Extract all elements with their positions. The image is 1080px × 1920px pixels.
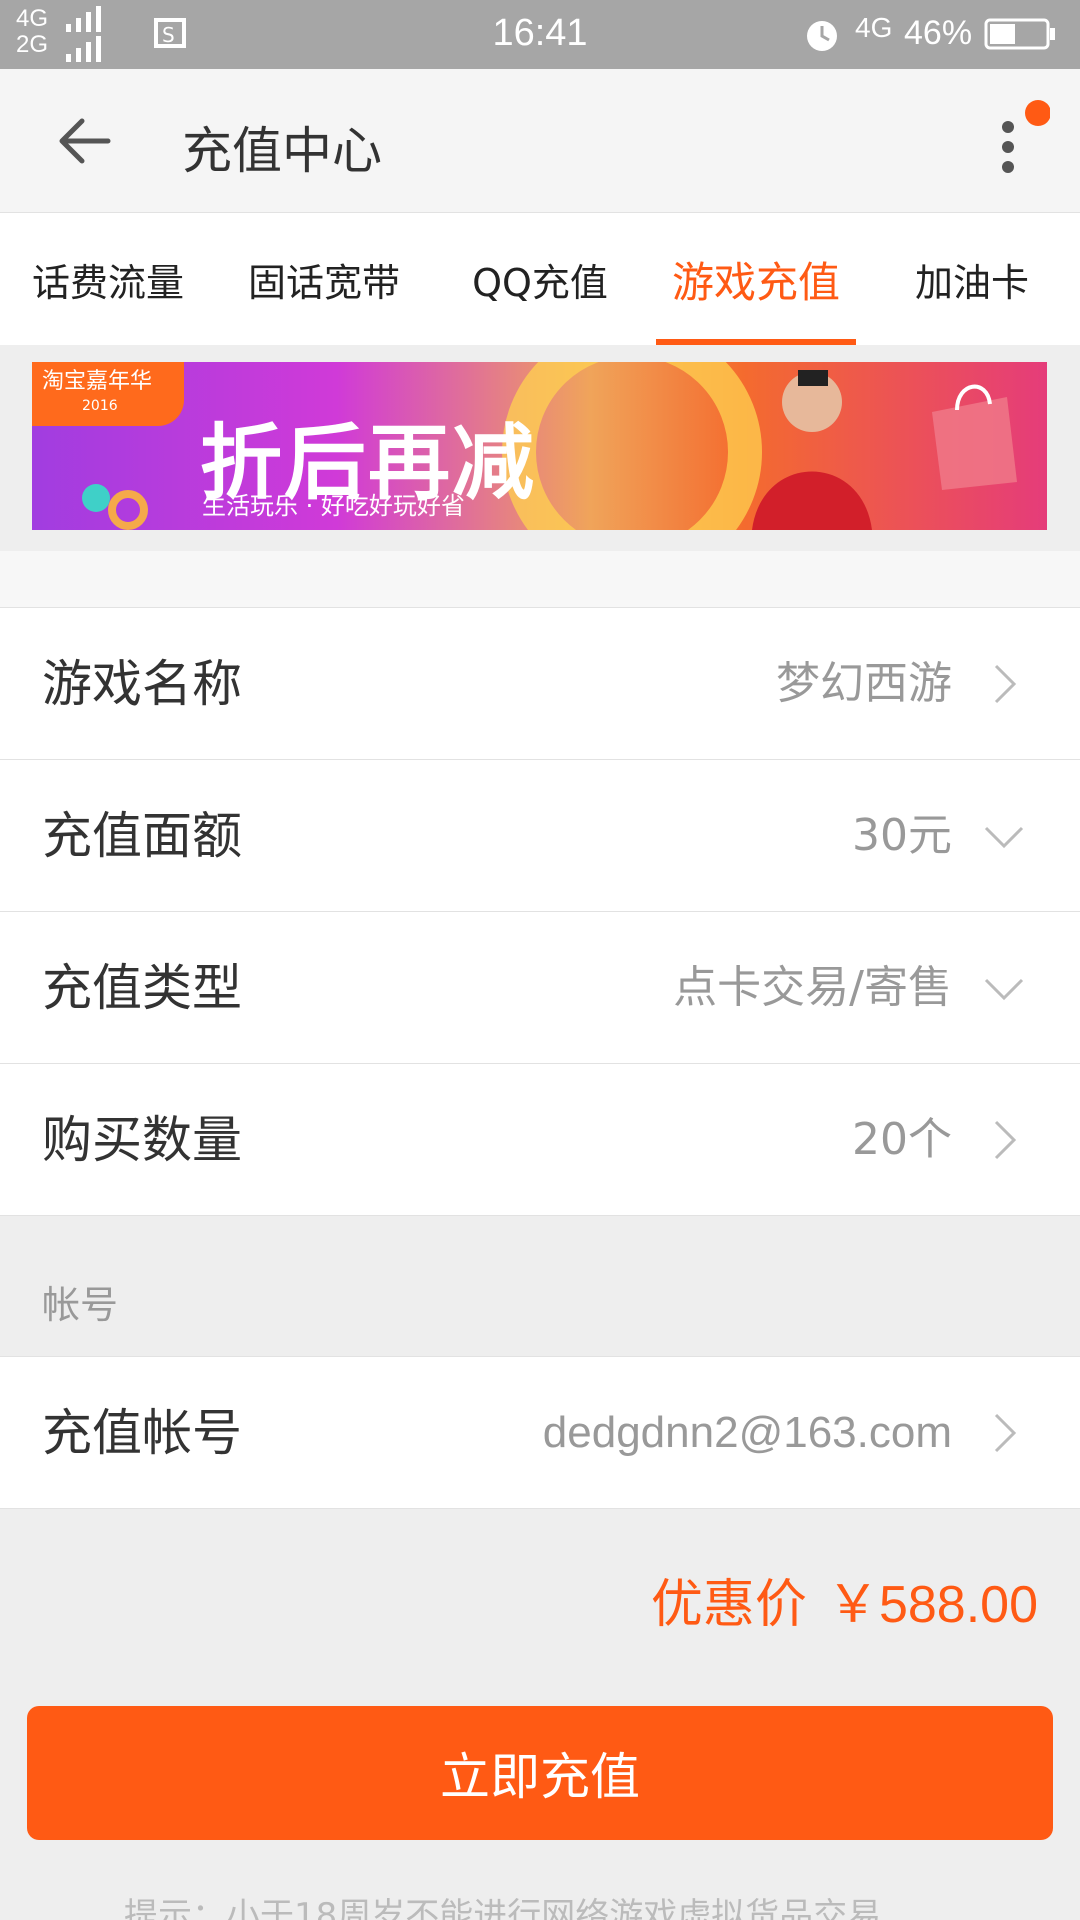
chevron-right-icon	[994, 1120, 1017, 1160]
game-name-row[interactable]: 游戏名称 梦幻西游	[0, 608, 1080, 760]
form-spacer	[0, 551, 1080, 608]
app-bar: 充值中心	[0, 69, 1080, 213]
banner-area: 淘宝嘉年华 2016 折后再减 生活玩乐 · 好吃好玩好省	[0, 345, 1080, 551]
tab-qq[interactable]: QQ充值	[432, 213, 648, 345]
chevron-right-icon	[994, 664, 1017, 704]
denomination-value: 30元	[852, 810, 952, 861]
age-hint: 提示：小于18周岁不能进行网络游戏虚拟货品交易	[124, 1896, 882, 1920]
tab-landline-broadband[interactable]: 固话宽带	[216, 213, 432, 345]
quantity-row[interactable]: 购买数量 20个	[0, 1064, 1080, 1216]
recharge-type-row[interactable]: 充值类型 点卡交易/寄售	[0, 912, 1080, 1064]
page-title: 充值中心	[182, 122, 382, 180]
more-vertical-icon[interactable]	[990, 97, 1050, 197]
price-amount: ￥588.00	[826, 1576, 1038, 1634]
denomination-row[interactable]: 充值面额 30元	[0, 760, 1080, 912]
alarm-icon	[807, 21, 837, 51]
network-right-label: 4G	[855, 12, 893, 43]
status-bar: 4G 2G S 16:41 4G 46%	[0, 0, 1080, 69]
promo-banner[interactable]: 淘宝嘉年华 2016 折后再减 生活玩乐 · 好吃好玩好省	[32, 362, 1047, 530]
account-row[interactable]: 充值帐号 dedgdnn2@163.com	[0, 1357, 1080, 1509]
battery-icon	[984, 18, 1055, 50]
badge-title: 淘宝嘉年华	[42, 369, 153, 394]
tab-fuel-card[interactable]: 加油卡	[864, 213, 1080, 345]
quantity-label: 购买数量	[42, 1111, 242, 1169]
recharge-type-value: 点卡交易/寄售	[673, 962, 952, 1013]
discount-price: 优惠价 ￥588.00	[651, 1562, 1038, 1637]
account-label: 充值帐号	[42, 1404, 242, 1462]
quantity-value: 20个	[852, 1114, 952, 1165]
account-section-title: 帐号	[42, 1283, 119, 1327]
banner-badge: 淘宝嘉年华 2016	[32, 362, 184, 426]
denomination-label: 充值面额	[42, 807, 242, 865]
recharge-type-label: 充值类型	[42, 959, 242, 1017]
banner-decoration	[502, 362, 762, 530]
game-name-value: 梦幻西游	[776, 658, 952, 709]
tab-phone-data[interactable]: 话费流量	[0, 213, 216, 345]
chevron-right-icon	[994, 1413, 1017, 1453]
back-arrow-icon[interactable]	[48, 105, 120, 177]
account-section-header: 帐号	[0, 1216, 1080, 1357]
person-photo-icon	[752, 370, 872, 530]
chevron-down-icon	[984, 978, 1024, 1001]
game-name-label: 游戏名称	[42, 655, 242, 713]
badge-year: 2016	[82, 398, 118, 414]
shopping-bag-icon	[932, 384, 1017, 490]
banner-circles-icon	[82, 484, 148, 530]
category-tabs: 话费流量 固话宽带 QQ充值 游戏充值 加油卡	[0, 213, 1080, 345]
account-value: dedgdnn2@163.com	[542, 1408, 952, 1457]
banner-subline: 生活玩乐 · 好吃好玩好省	[202, 492, 465, 520]
price-label: 优惠价	[650, 1575, 807, 1635]
chevron-down-icon	[984, 826, 1024, 849]
tab-game[interactable]: 游戏充值	[648, 213, 864, 345]
recharge-now-button[interactable]: 立即充值	[27, 1706, 1053, 1840]
battery-percent: 46%	[904, 14, 973, 52]
